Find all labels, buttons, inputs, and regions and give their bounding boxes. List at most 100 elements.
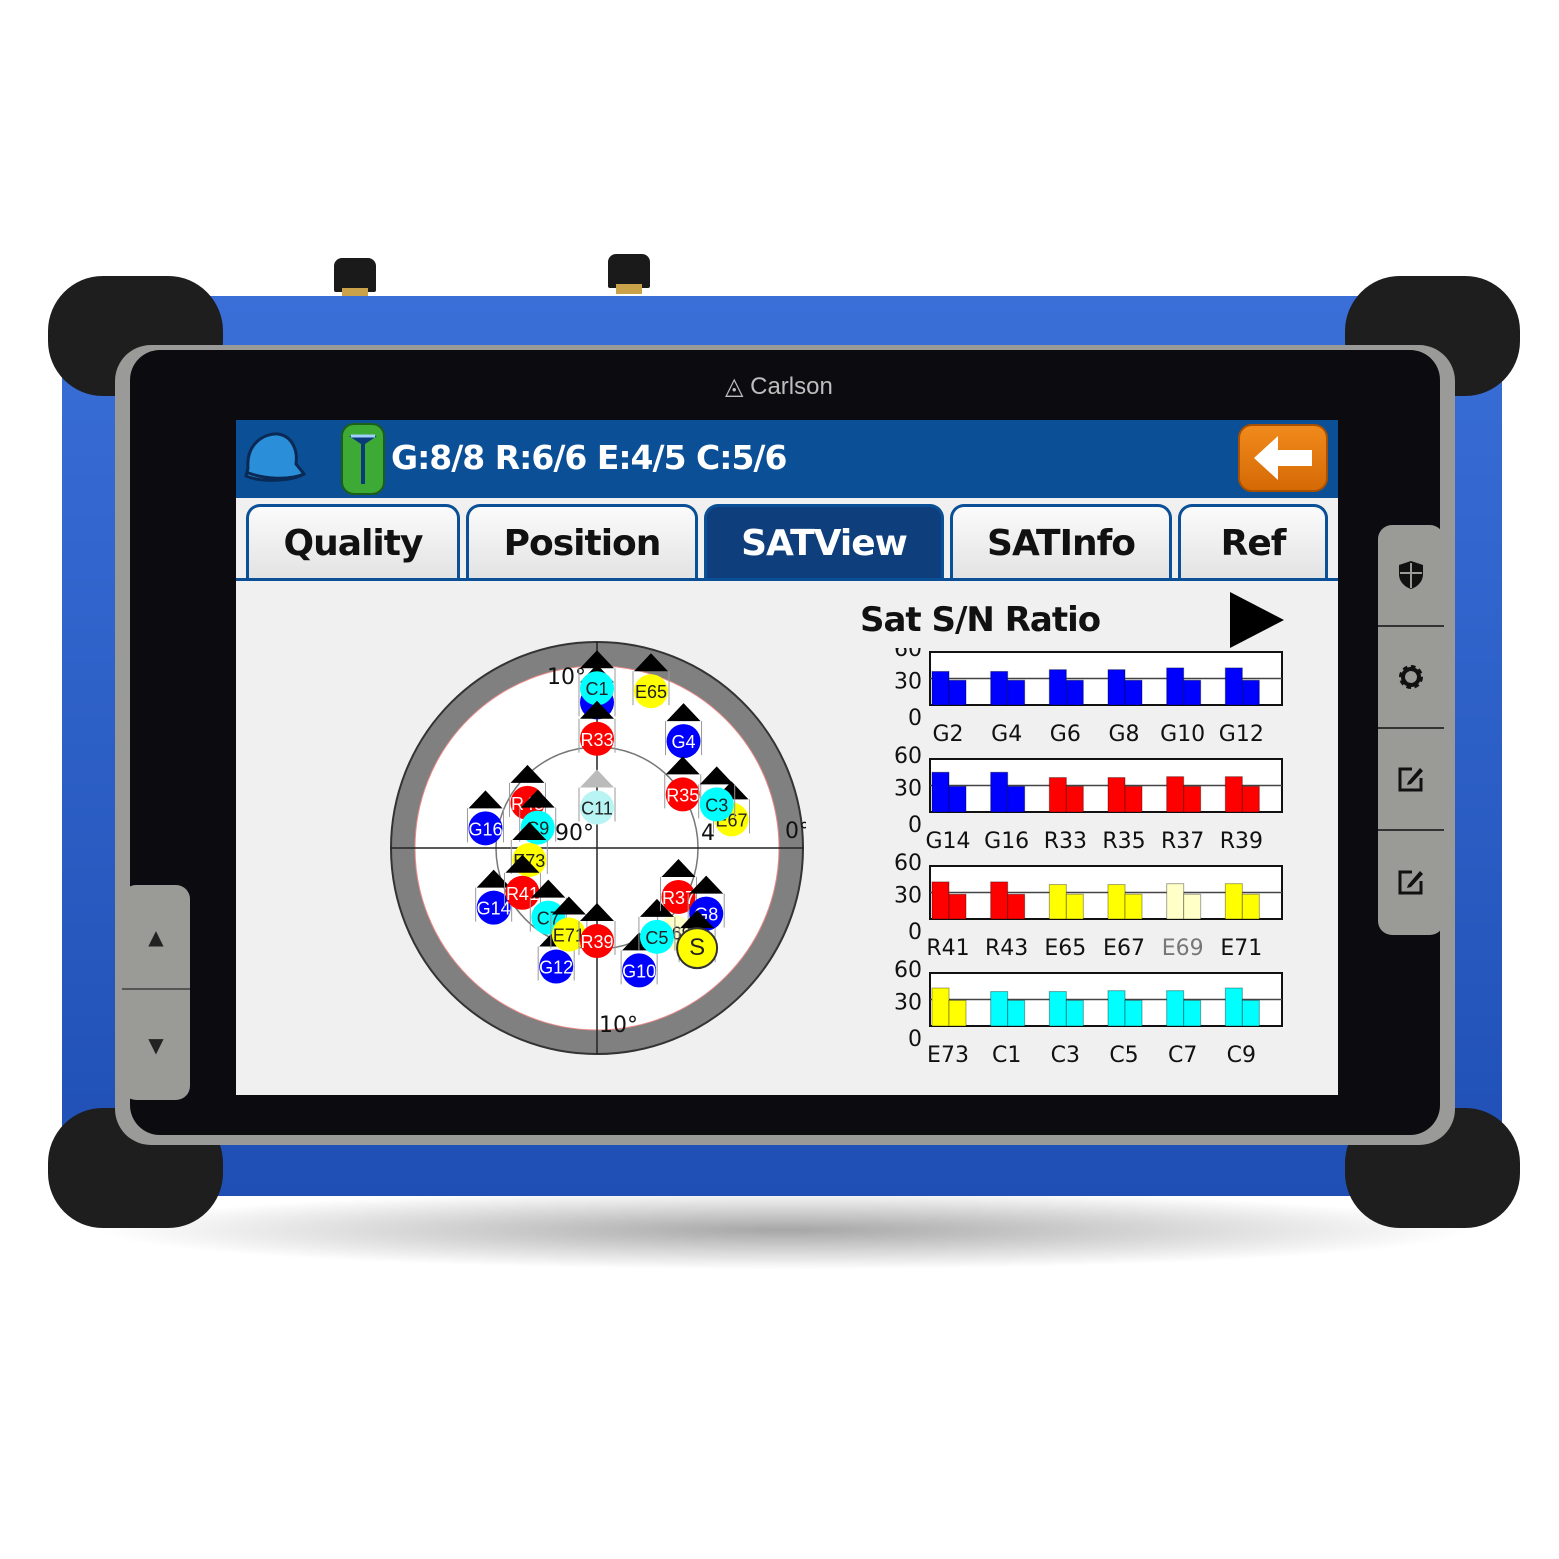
gnss-status-button[interactable] [340,422,386,500]
bar-G6-2 [1065,679,1084,706]
bar-C5-2 [1124,999,1143,1027]
bar-G16-2 [1007,785,1026,813]
bar-C5-1 [1107,990,1126,1027]
up-arrow-icon: ▲ [148,924,164,949]
bar-C7-2 [1183,999,1202,1027]
antenna-connector [608,254,650,294]
y-tick-label: 60 [894,851,922,876]
label-right: 0° [785,819,806,844]
bar-G12-1 [1224,667,1243,706]
app-screen: G:8/8 R:6/6 E:4/5 C:5/6 Quality Position… [236,420,1338,1095]
tab-label: Position [503,523,662,564]
satellite-label: C11 [581,799,613,819]
bar-E71-1 [1224,883,1243,920]
satellite-label: G10 [622,961,656,981]
satellite-label: R33 [580,730,613,750]
bar-G10-2 [1183,679,1202,706]
bar-E65-2 [1065,893,1084,920]
y-tick-label: 0 [908,1027,922,1052]
bar-R39-1 [1224,776,1243,813]
x-tick-label: E71 [1220,936,1262,961]
bar-R41-2 [948,893,967,920]
next-page-button[interactable] [1230,592,1284,648]
down-arrow-icon: ▼ [148,1032,164,1057]
satellite-count-status: G:8/8 R:6/6 E:4/5 C:5/6 [391,438,787,477]
bar-E67-2 [1124,893,1143,920]
brand-name: Carlson [750,373,833,400]
bar-R37-2 [1183,785,1202,813]
hardware-down-button[interactable]: ▼ [122,992,190,1097]
satellite-label: R35 [666,785,699,805]
y-tick-label: 30 [894,670,922,695]
x-tick-label: G8 [1108,722,1139,747]
sky-plot[interactable]: 10°10°90°0°4C1E65R33G4C11R35E67C3G16R43C… [386,625,806,1065]
bar-C9-2 [1241,999,1260,1027]
bar-R41-1 [931,881,950,920]
settings-button[interactable] [1378,627,1444,729]
bar-G8-1 [1107,669,1126,706]
x-tick-label: E65 [1044,936,1086,961]
x-tick-label: E69 [1162,936,1204,961]
x-tick-label: G14 [925,829,970,854]
label-center: 90° [555,821,594,846]
satellite-label: C1 [585,679,608,699]
hardware-up-button[interactable]: ▲ [122,885,190,990]
x-tick-label: E67 [1103,936,1145,961]
edit-1-button[interactable] [1378,729,1444,831]
bar-E67-1 [1107,884,1126,920]
hard-hat-icon [244,432,307,482]
y-tick-label: 30 [894,884,922,909]
x-tick-label: G12 [1219,722,1264,747]
y-tick-label: 30 [894,777,922,802]
tab-ref[interactable]: Ref [1178,504,1328,580]
satellite-label: G16 [468,819,502,839]
bar-G2-1 [931,670,950,706]
x-tick-label: C9 [1227,1043,1256,1068]
sn-panel-1: 0 30 60 G2 G4 G6 G8 G10 G12 [894,648,1283,747]
satellite-label: G4 [672,732,696,752]
back-button[interactable] [1238,424,1328,492]
edit-2-button[interactable] [1378,831,1444,933]
x-tick-label: E73 [927,1043,969,1068]
header-bar: G:8/8 R:6/6 E:4/5 C:5/6 [236,420,1338,498]
satellite-label: C5 [645,928,668,948]
device-shadow [90,1190,1480,1270]
bar-G6-1 [1048,669,1067,706]
y-tick-label: 0 [908,813,922,838]
shield-icon [1399,561,1423,589]
x-tick-label: G2 [932,722,963,747]
tab-label: SATView [741,523,908,564]
bar-R33-1 [1048,777,1067,813]
tab-position[interactable]: Position [466,504,698,580]
antenna-connector [334,258,376,298]
bar-R33-2 [1065,785,1084,813]
edit-1-icon [1398,767,1423,792]
bar-C7-1 [1166,990,1185,1027]
tab-quality[interactable]: Quality [246,504,460,580]
x-tick-label: C5 [1109,1043,1138,1068]
satellite-label: R37 [662,888,695,908]
left-hardware-panel: ▲ ▼ [122,885,190,1100]
bar-E65-1 [1048,884,1067,920]
bar-E69-2 [1183,893,1202,920]
tab-label: Ref [1220,523,1287,564]
x-tick-label: C3 [1051,1043,1080,1068]
satellite-label: R39 [580,932,613,952]
sn-chart-title: Sat S/N Ratio [860,600,1101,640]
brand-logo: ◬ Carlson [725,373,833,400]
bar-G2-2 [948,679,967,706]
bar-C1-1 [990,991,1009,1027]
x-tick-label: C7 [1168,1043,1197,1068]
bar-E69-1 [1166,883,1185,920]
y-tick-label: 60 [894,958,922,983]
bar-G12-2 [1241,679,1260,706]
tab-satinfo[interactable]: SATInfo [950,504,1172,580]
x-tick-label: R37 [1161,829,1204,854]
sn-panel-2: 0 30 60 G14 G16 R33 R35 R37 R39 [894,744,1283,854]
bar-R43-2 [1007,893,1026,920]
sn-panel-4: 0 30 60 E73 C1 C3 C5 C7 C9 [894,958,1283,1068]
hard-hat-button[interactable] [240,428,308,492]
x-tick-label: R43 [985,936,1028,961]
tab-satview[interactable]: SATView [704,504,944,580]
shield-button[interactable] [1378,525,1444,627]
